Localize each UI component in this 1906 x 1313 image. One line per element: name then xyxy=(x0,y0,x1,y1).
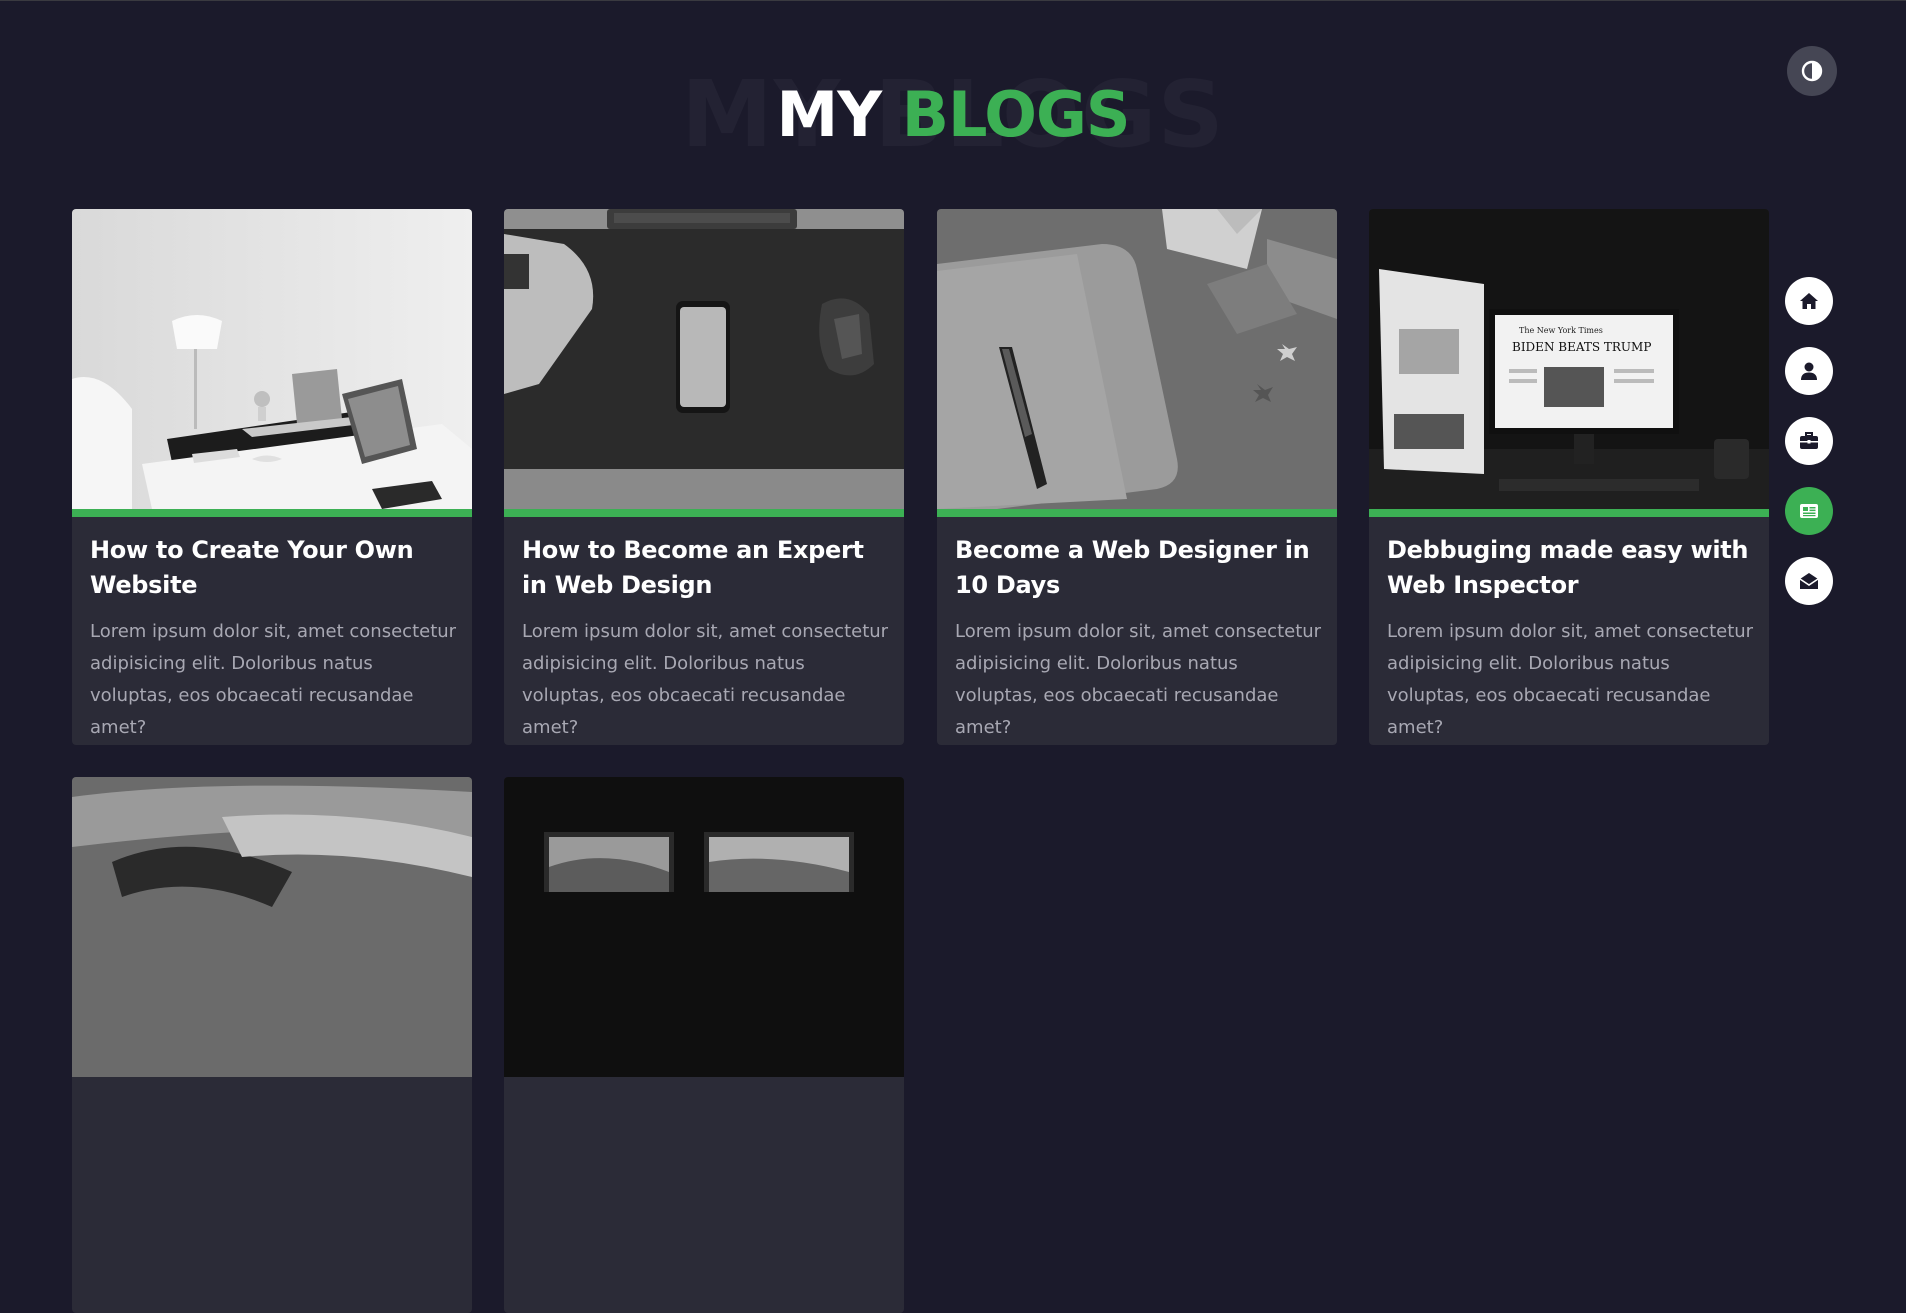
blog-title[interactable]: How to Create Your Own Website xyxy=(90,533,460,603)
blog-title[interactable]: Become a Web Designer in 10 Days xyxy=(955,533,1325,603)
card-accent-bar xyxy=(937,509,1337,517)
blog-excerpt: Lorem ipsum dolor sit, amet consectetur … xyxy=(522,621,889,738)
nav-portfolio-button[interactable] xyxy=(1785,417,1833,465)
blog-excerpt: Lorem ipsum dolor sit, amet consectetur … xyxy=(90,621,457,738)
user-icon xyxy=(1801,362,1817,380)
card-accent-bar xyxy=(72,509,472,517)
blog-image-desk-setup xyxy=(72,209,472,509)
title-part-blogs: BLOGS xyxy=(901,78,1131,151)
blog-card[interactable]: The New York Times BIDEN BEATS TRUMP Deb… xyxy=(1369,209,1769,745)
blog-title[interactable]: How to Become an Expert in Web Design xyxy=(522,533,892,603)
card-accent-bar xyxy=(504,509,904,517)
card-accent-bar xyxy=(1369,509,1769,517)
blog-image-dual-screens xyxy=(504,777,904,1077)
home-icon xyxy=(1800,293,1818,309)
top-border xyxy=(0,0,1906,1)
nav-contact-button[interactable] xyxy=(1785,557,1833,605)
blog-image-monitors: The New York Times BIDEN BEATS TRUMP xyxy=(1369,209,1769,509)
page-title: MY BLOGS xyxy=(0,78,1906,152)
blog-excerpt: Lorem ipsum dolor sit, amet consectetur … xyxy=(1387,621,1754,738)
nav-home-button[interactable] xyxy=(1785,277,1833,325)
nav-blogs-button[interactable] xyxy=(1785,487,1833,535)
contrast-icon xyxy=(1801,60,1823,82)
section-heading: MY BLOGS MY BLOGS xyxy=(0,69,1906,161)
blog-card[interactable] xyxy=(504,777,904,1313)
side-navigation xyxy=(1785,277,1835,627)
blog-card[interactable] xyxy=(72,777,472,1313)
blog-card[interactable]: Become a Web Designer in 10 Days Lorem i… xyxy=(937,209,1337,745)
blog-title[interactable]: Debbuging made easy with Web Inspector xyxy=(1387,533,1757,603)
briefcase-icon xyxy=(1800,432,1818,449)
blog-image-keyboard xyxy=(72,777,472,1077)
title-part-my: MY xyxy=(776,78,883,151)
newspaper-masthead-text: The New York Times xyxy=(1519,326,1603,335)
envelope-open-icon xyxy=(1799,573,1819,589)
blog-image-phone-desk xyxy=(504,209,904,509)
blog-card[interactable]: How to Create Your Own Website Lorem ips… xyxy=(72,209,472,745)
nav-about-button[interactable] xyxy=(1785,347,1833,395)
theme-toggle-button[interactable] xyxy=(1787,46,1837,96)
newspaper-icon xyxy=(1800,504,1818,518)
blog-image-notebook xyxy=(937,209,1337,509)
blog-excerpt: Lorem ipsum dolor sit, amet consectetur … xyxy=(955,621,1322,738)
blog-card[interactable]: How to Become an Expert in Web Design Lo… xyxy=(504,209,904,745)
newspaper-headline-text: BIDEN BEATS TRUMP xyxy=(1512,340,1651,354)
